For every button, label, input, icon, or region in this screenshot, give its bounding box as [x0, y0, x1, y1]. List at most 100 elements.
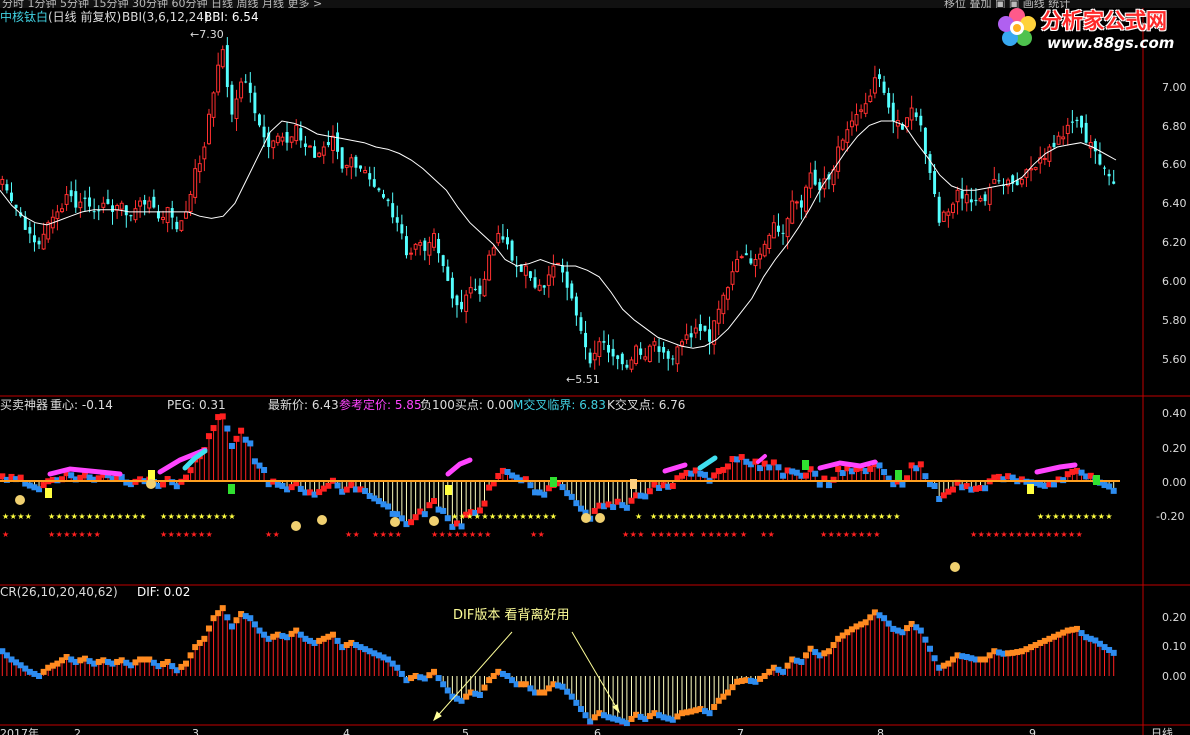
candle-body — [285, 132, 289, 143]
price-tick: 5.80 — [1162, 314, 1187, 327]
osc-block — [458, 523, 465, 530]
cr-block — [394, 664, 401, 671]
cr-block — [729, 684, 736, 691]
candle-body — [244, 81, 248, 83]
candle-body — [220, 49, 225, 68]
price-tick: 6.60 — [1162, 158, 1187, 171]
candle-body — [937, 196, 941, 223]
ind2-tick: -0.20 — [1156, 510, 1184, 523]
osc-block — [876, 462, 883, 469]
red-star: ★ — [431, 530, 438, 539]
yellow-star: ★ — [650, 512, 657, 521]
osc-block — [642, 493, 649, 500]
cr-block — [780, 668, 787, 675]
date-label: 7 — [737, 727, 744, 735]
period-indicator[interactable]: 日线 — [1151, 726, 1173, 735]
candle-body — [409, 252, 414, 255]
osc-block — [899, 481, 906, 488]
indicator2-name[interactable]: 买卖神器 — [0, 398, 48, 412]
red-star: ★ — [395, 530, 402, 539]
candle-body — [230, 84, 234, 115]
candle-body — [152, 196, 156, 208]
ind3-tick: 0.00 — [1162, 670, 1187, 683]
yellow-star: ★ — [726, 512, 733, 521]
candle-body — [849, 120, 854, 128]
stock-chart[interactable]: ★ ★ ★ ★ ★ ★ ★ ★ ★ ★ ★ ★ ★ ★ ★ ★ ★ ★ ★ ★ ★ ★ ★ ★ ★ ★ ★ ★ ★ ★ ★ ★ ★ ★ ★ ★ ★ ★ ★ ★… — [0, 0, 1190, 735]
candle-body — [441, 255, 445, 266]
cr-block — [398, 670, 405, 677]
candle-body — [289, 136, 294, 143]
yellow-star: ★ — [635, 512, 642, 521]
candle-body — [725, 287, 730, 300]
signal-block — [148, 470, 155, 480]
yellow-star: ★ — [1067, 512, 1074, 521]
ind2-tick: 0.20 — [1162, 442, 1187, 455]
candle-body — [845, 129, 850, 143]
period-tabs[interactable]: 分时 1分钟 5分钟 15分钟 30分钟 60分钟 日线 周线 月线 更多 > — [2, 0, 322, 8]
stock-name[interactable]: 中核钛白 — [0, 9, 48, 24]
candle-body — [368, 173, 372, 180]
red-star: ★ — [828, 530, 835, 539]
indicator3-name[interactable]: CR(26,10,20,40,62) — [0, 585, 118, 599]
money-bag-icon — [291, 521, 301, 531]
candle-body — [165, 207, 170, 224]
red-star: ★ — [680, 530, 687, 539]
candle-body — [863, 103, 868, 114]
red-star: ★ — [63, 530, 70, 539]
red-star: ★ — [740, 530, 747, 539]
cr-block — [830, 642, 837, 649]
signal-block — [1093, 475, 1100, 485]
osc-block — [233, 435, 240, 442]
osc-block — [917, 461, 924, 468]
candle-body — [23, 216, 27, 230]
yellow-star: ★ — [855, 512, 862, 521]
candle-body — [878, 74, 881, 79]
candle-body — [1112, 181, 1116, 184]
red-star: ★ — [858, 530, 865, 539]
yellow-star: ★ — [132, 512, 139, 521]
candle-body — [450, 277, 454, 299]
candle-body — [776, 225, 780, 232]
candle-body — [1065, 124, 1070, 135]
cr-block — [435, 675, 442, 682]
candle-body — [758, 253, 763, 260]
candle-body — [652, 341, 657, 346]
yellow-star: ★ — [696, 512, 703, 521]
red-star: ★ — [387, 530, 394, 539]
candle-body — [496, 233, 501, 244]
osc-block — [568, 493, 575, 500]
candle-body — [175, 221, 179, 230]
candle-body — [37, 240, 41, 245]
k-cross: K交叉点: 6.76 — [607, 397, 685, 412]
candle-body — [753, 259, 758, 267]
osc-block — [219, 413, 226, 420]
cr-block — [931, 655, 938, 662]
yellow-star: ★ — [466, 512, 473, 521]
candle-body — [969, 199, 973, 203]
m-cross: M交叉临界: 6.83 — [513, 397, 606, 412]
osc-block — [816, 481, 823, 488]
candle-body — [372, 179, 376, 187]
candle-body — [625, 364, 629, 368]
period-label: (日线 前复权) — [48, 9, 121, 24]
candle-body — [684, 334, 689, 340]
yellow-star: ★ — [794, 512, 801, 521]
red-star: ★ — [353, 530, 360, 539]
center-value: 重心: -0.14 — [50, 398, 113, 412]
cr-block — [334, 637, 341, 644]
candle-body — [1042, 157, 1047, 160]
osc-block — [205, 433, 212, 440]
candle-body — [455, 295, 459, 306]
yellow-star: ★ — [206, 512, 213, 521]
yellow-star: ★ — [779, 512, 786, 521]
candle-body — [64, 194, 69, 205]
candle-body — [271, 140, 276, 149]
candle-body — [363, 170, 368, 174]
date-label: 2017年 — [0, 726, 39, 735]
candle-body — [933, 171, 937, 195]
candle-body — [997, 180, 1001, 182]
indicator-label[interactable]: BBI(3,6,12,24) — [122, 10, 209, 24]
cr-block — [568, 693, 575, 700]
low-marker: ←5.51 — [566, 373, 600, 386]
candle-body — [721, 294, 726, 315]
